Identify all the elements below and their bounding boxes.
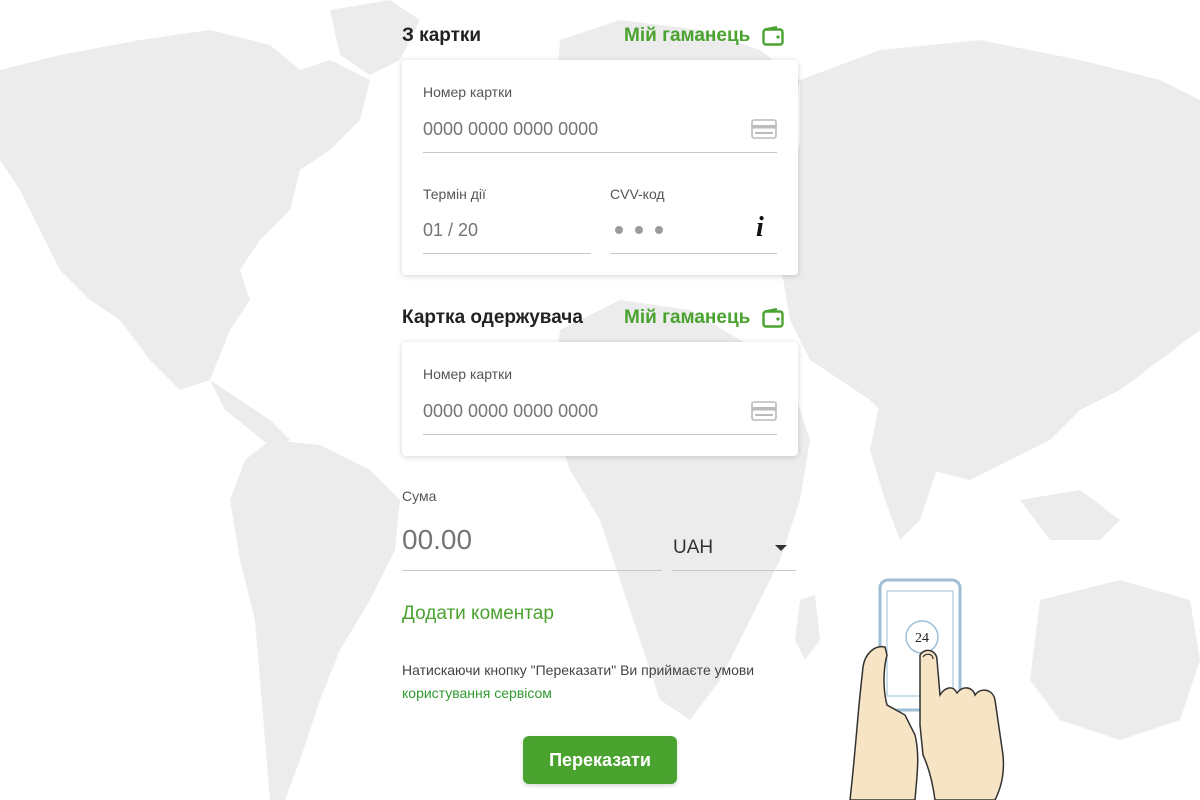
cvv-label: CVV-код xyxy=(610,186,665,202)
phone-hands-illustration: 24 xyxy=(849,578,1005,800)
amount-label: Сума xyxy=(402,488,437,504)
phone-badge: 24 xyxy=(915,631,929,646)
info-icon[interactable]: i xyxy=(756,212,764,244)
wallet-link-label: Мій гаманець xyxy=(624,307,751,328)
wallet-link-label: Мій гаманець xyxy=(624,25,751,46)
credit-card-icon xyxy=(751,401,777,421)
terms-text: Натискаючи кнопку "Переказати" Ви прийма… xyxy=(402,662,755,678)
card-number-underline xyxy=(423,152,777,153)
to-card-number-input[interactable] xyxy=(423,399,743,423)
from-card-form: Номер картки Термін дії CVV-код i xyxy=(402,60,798,275)
caret-down-icon[interactable] xyxy=(775,545,787,551)
card-number-label: Номер картки xyxy=(423,84,513,100)
amount-input[interactable] xyxy=(402,522,652,558)
cvv-dot xyxy=(655,226,663,234)
cvv-dot xyxy=(615,226,623,234)
cvv-underline xyxy=(610,253,777,254)
terms-link[interactable]: користування сервісом xyxy=(402,685,552,701)
amount-underline xyxy=(402,570,662,571)
transfer-button[interactable]: Переказати xyxy=(523,736,677,784)
terms-notice: Натискаючи кнопку "Переказати" Ви прийма… xyxy=(402,659,782,705)
card-number-underline xyxy=(423,434,777,435)
wallet-icon xyxy=(762,308,785,328)
expiry-underline xyxy=(423,253,591,254)
card-number-label: Номер картки xyxy=(423,366,513,382)
currency-select[interactable]: UAH xyxy=(673,537,713,559)
to-card-wallet-link[interactable]: Мій гаманець xyxy=(624,307,785,329)
from-card-title: З картки xyxy=(402,25,482,46)
to-card-form: Номер картки xyxy=(402,342,798,456)
to-card-title: Картка одержувача xyxy=(402,307,583,328)
expiry-input[interactable] xyxy=(423,218,583,242)
currency-underline xyxy=(672,570,796,571)
cvv-dot xyxy=(635,226,643,234)
credit-card-icon xyxy=(751,119,777,139)
expiry-label: Термін дії xyxy=(423,186,486,202)
from-card-wallet-link[interactable]: Мій гаманець xyxy=(624,25,785,47)
cvv-input[interactable] xyxy=(615,226,663,234)
wallet-icon xyxy=(762,26,785,46)
from-card-number-input[interactable] xyxy=(423,117,743,141)
add-comment-link[interactable]: Додати коментар xyxy=(402,603,554,625)
